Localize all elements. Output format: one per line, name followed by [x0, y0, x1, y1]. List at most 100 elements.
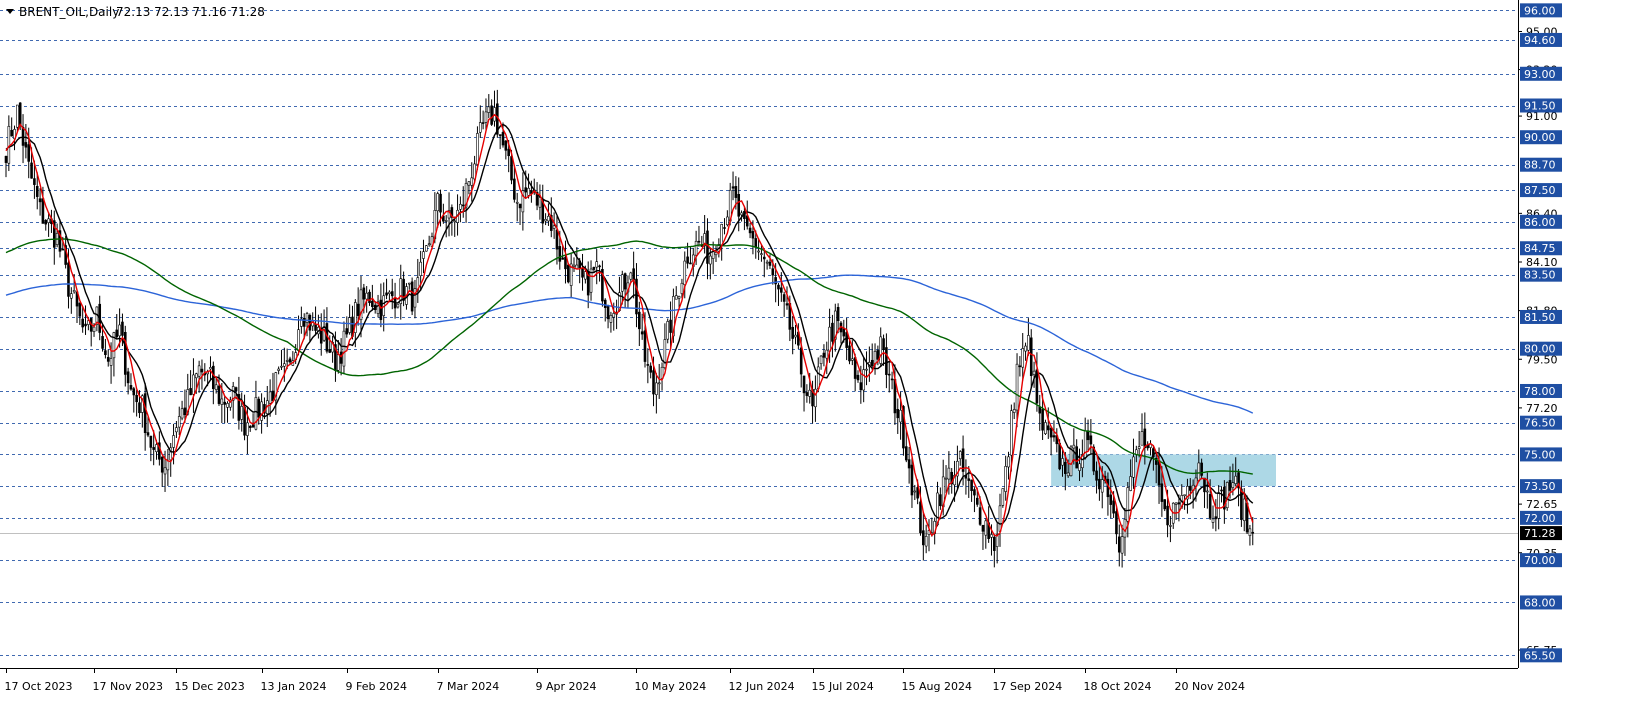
price-chart: 95.0093.2091.0086.4084.1081.8079.5077.20…: [0, 0, 1651, 706]
candle-body: [757, 250, 760, 253]
candle-body: [246, 422, 249, 436]
candle-body: [1123, 519, 1127, 538]
candle-body: [680, 282, 684, 294]
symbol-label: BRENT_OIL,Daily: [19, 5, 119, 19]
candle-body: [135, 394, 138, 403]
candle-body: [734, 186, 738, 198]
candle-body: [16, 104, 19, 128]
candle-body: [149, 435, 153, 448]
candle-body: [726, 216, 729, 226]
level-label: 94.60: [1524, 34, 1556, 47]
candle-body: [200, 368, 204, 373]
candle-body: [564, 256, 567, 270]
candle-body: [10, 130, 13, 137]
candle-body: [831, 322, 834, 342]
candle-body: [121, 321, 124, 336]
candle-body: [567, 264, 570, 283]
candle-body: [510, 156, 513, 181]
candle-body: [919, 501, 922, 534]
level-label: 80.00: [1524, 343, 1556, 356]
candle-body: [467, 181, 471, 186]
candle-body: [18, 102, 22, 126]
candle-body: [319, 328, 323, 344]
candle-body: [780, 287, 783, 293]
candle-body: [737, 194, 741, 217]
candle-body: [288, 358, 292, 363]
level-label: 86.00: [1524, 216, 1556, 229]
candle-body: [226, 403, 229, 408]
candle-body: [552, 225, 556, 229]
candle-body: [655, 382, 658, 396]
candle-body: [612, 313, 616, 318]
candle-body: [72, 290, 76, 293]
candle-body: [816, 366, 820, 390]
candle-body: [513, 178, 516, 200]
candle-body: [794, 334, 797, 338]
candle-body: [1072, 444, 1076, 449]
candle-body: [1007, 456, 1010, 468]
candle-body: [998, 505, 1002, 532]
candle-body: [30, 162, 33, 179]
candle-body: [822, 352, 826, 358]
candle-body: [1220, 489, 1223, 492]
candle-body: [163, 467, 167, 475]
candle-body: [175, 427, 178, 433]
candle-body: [1129, 476, 1132, 491]
candle-body: [990, 534, 993, 538]
candle-body: [709, 255, 712, 265]
level-label: 81.50: [1524, 311, 1556, 324]
candle-body: [762, 256, 766, 260]
candle-body: [146, 432, 150, 436]
candle-body: [808, 389, 812, 397]
candle-body: [1188, 485, 1192, 491]
candle-body: [518, 203, 522, 209]
candle-body: [629, 272, 633, 280]
level-label: 84.75: [1524, 242, 1556, 255]
candle-body: [444, 220, 448, 222]
candle-body: [524, 187, 528, 193]
candle-body: [109, 358, 113, 366]
candle-body: [106, 356, 110, 362]
candle-body: [1012, 409, 1016, 413]
candle-body: [760, 253, 763, 255]
candle-body: [280, 365, 283, 368]
candle-body: [876, 350, 880, 360]
candle-body: [481, 122, 485, 124]
candle-body: [1169, 525, 1172, 527]
candle-body: [220, 398, 224, 405]
candle-body: [132, 388, 136, 396]
candle-body: [683, 260, 687, 285]
candle-body: [21, 126, 25, 146]
candle-body: [41, 198, 45, 224]
x-tick-label: 9 Apr 2024: [536, 680, 597, 693]
candle-body: [143, 393, 147, 434]
candle-body: [1251, 531, 1255, 534]
candle-body: [1120, 536, 1124, 554]
candle-body: [362, 287, 366, 300]
candle-body: [947, 467, 951, 480]
candle-body: [547, 216, 550, 222]
candle-body: [723, 227, 726, 229]
candle-body: [33, 178, 36, 185]
candle-body: [1117, 536, 1121, 553]
candle-body: [771, 268, 775, 276]
candle-body: [47, 218, 50, 223]
level-label: 88.70: [1524, 159, 1556, 172]
candle-body: [572, 264, 576, 267]
candle-body: [305, 313, 309, 323]
candle-body: [123, 331, 127, 375]
x-tick-label: 17 Sep 2024: [993, 680, 1063, 693]
candle-body: [623, 273, 627, 290]
candle-body: [425, 245, 428, 252]
candle-body: [862, 369, 865, 391]
candle-body: [209, 367, 212, 370]
candle-body: [1024, 345, 1027, 352]
candle-body: [365, 292, 368, 300]
candle-body: [67, 262, 70, 297]
candle-body: [1197, 462, 1201, 482]
candle-body: [126, 371, 130, 384]
candle-body: [1029, 337, 1033, 377]
candle-body: [706, 230, 709, 264]
candle-body: [828, 326, 831, 352]
candle-body: [1177, 502, 1181, 505]
